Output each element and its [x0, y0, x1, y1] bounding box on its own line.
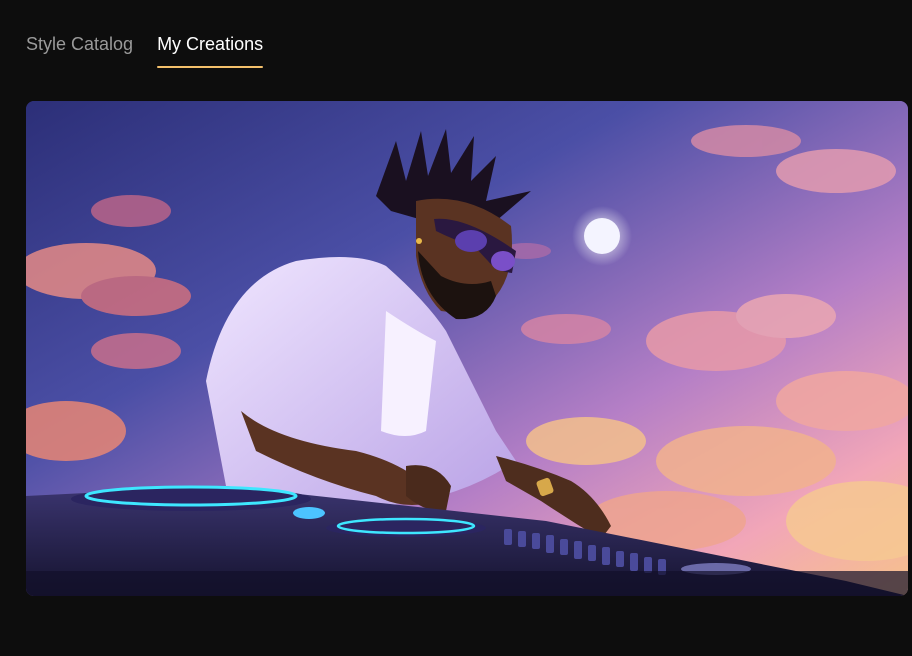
creation-image[interactable] — [26, 101, 908, 596]
creation-artwork — [26, 101, 908, 596]
tab-bar: Style Catalog My Creations — [26, 30, 264, 68]
tab-style-catalog[interactable]: Style Catalog — [26, 30, 133, 66]
tab-my-creations[interactable]: My Creations — [157, 30, 264, 68]
moon — [584, 218, 620, 254]
